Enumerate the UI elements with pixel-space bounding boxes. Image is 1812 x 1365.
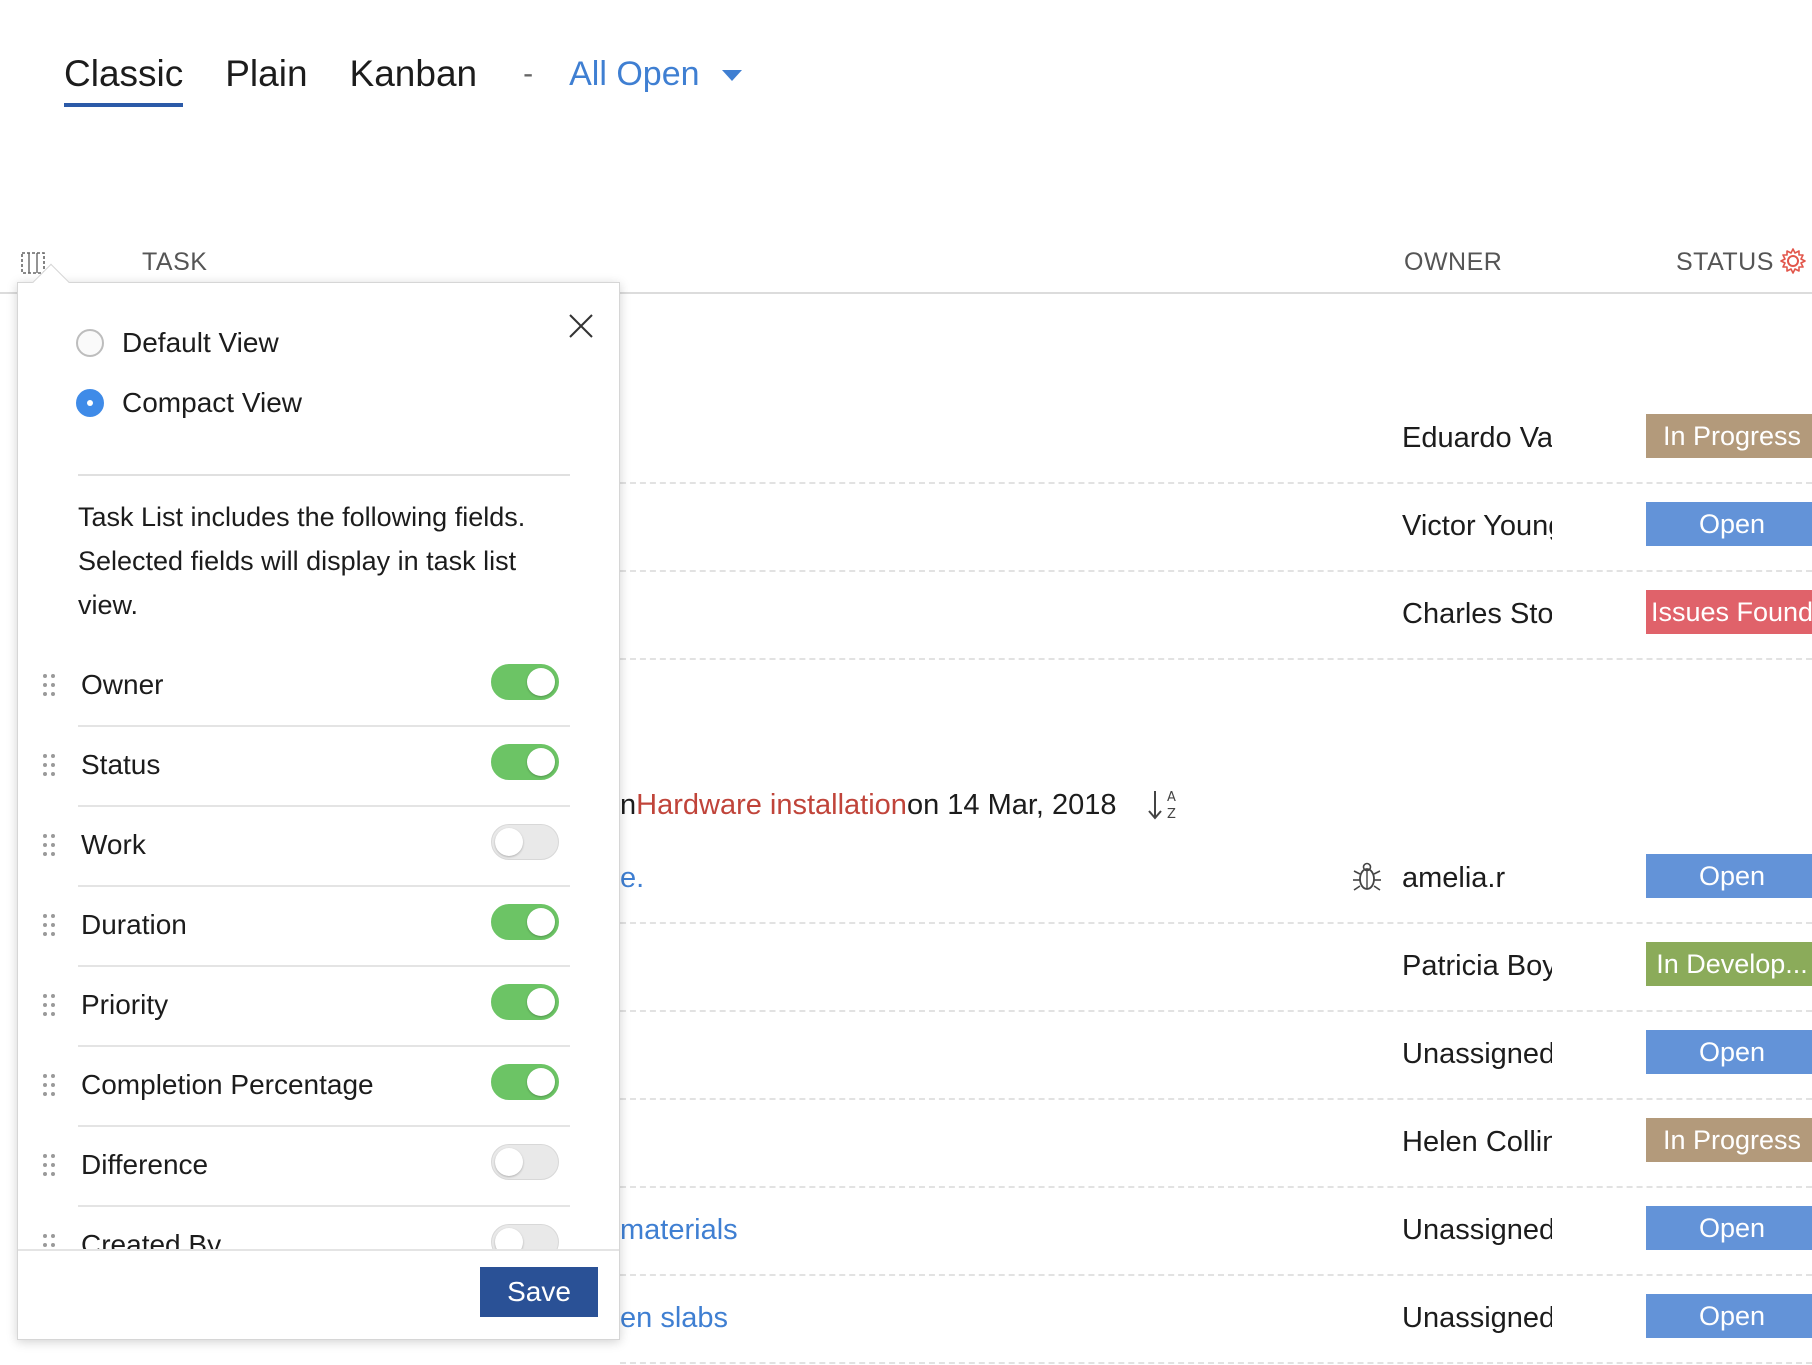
tab-kanban[interactable]: Kanban: [350, 49, 478, 99]
status-badge[interactable]: In Develop...: [1646, 942, 1812, 986]
row-task-link[interactable]: e.: [620, 862, 644, 895]
table-row[interactable]: materials Unassigned Open: [620, 1188, 1812, 1276]
fields-list[interactable]: Owner Status Work Duration Priority Comp…: [18, 647, 621, 1249]
field-item-duration: Duration: [18, 887, 621, 967]
row-owner: amelia.r: [1402, 862, 1506, 894]
caret-down-icon: [721, 69, 742, 81]
table-row[interactable]: Victor Young Open: [620, 484, 1812, 572]
radio-label: Default View: [122, 327, 279, 358]
field-toggle[interactable]: [491, 1064, 559, 1100]
field-name: Priority: [81, 989, 169, 1020]
radio-label: Compact View: [122, 387, 303, 418]
field-toggle[interactable]: [491, 904, 559, 940]
field-name: Duration: [81, 909, 187, 940]
row-task-link[interactable]: materials: [620, 1214, 738, 1247]
field-item-completion-percentage: Completion Percentage: [18, 1047, 621, 1127]
field-item-created-by: Created By: [18, 1207, 621, 1249]
field-toggle[interactable]: [491, 664, 559, 700]
status-badge[interactable]: In Progress: [1646, 414, 1812, 458]
close-icon[interactable]: [564, 309, 598, 343]
field-toggle[interactable]: [491, 1144, 559, 1180]
drag-handle-icon[interactable]: [42, 753, 56, 777]
table-row[interactable]: Unassigned Open: [620, 1012, 1812, 1100]
row-owner: Helen Collin: [1402, 1126, 1552, 1158]
row-owner: Unassigned: [1402, 1038, 1552, 1070]
status-badge[interactable]: In Progress: [1646, 1118, 1812, 1162]
status-badge[interactable]: Issues Found: [1646, 590, 1812, 634]
field-toggle[interactable]: [491, 744, 559, 780]
drag-handle-icon[interactable]: [42, 673, 56, 697]
group-title: n Hardware installation on 14 Mar, 2018 …: [620, 785, 1185, 825]
radio-button[interactable]: [76, 329, 104, 357]
status-badge[interactable]: Open: [1646, 1294, 1812, 1338]
view-settings-popup: Default View Compact View Task List incl…: [17, 263, 621, 1340]
drag-handle-icon[interactable]: [42, 993, 56, 1017]
field-toggle[interactable]: [491, 1224, 559, 1249]
row-task-link[interactable]: en slabs: [620, 1302, 728, 1335]
table-row[interactable]: en slabs Unassigned Open: [620, 1276, 1812, 1364]
field-name: Completion Percentage: [81, 1069, 374, 1100]
radio-default-view[interactable]: Default View: [76, 327, 279, 359]
table-row[interactable]: Eduardo Var In Progress: [620, 396, 1812, 484]
field-name: Work: [81, 829, 146, 860]
fields-description: Task List includes the following fields.…: [78, 502, 526, 620]
bug-icon: [1353, 862, 1381, 891]
tabs-separator: -: [523, 57, 534, 90]
view-tabs: Classic Plain Kanban - All Open: [64, 44, 742, 107]
status-badge[interactable]: Open: [1646, 854, 1812, 898]
row-owner: Unassigned: [1402, 1302, 1552, 1334]
gear-icon[interactable]: [1778, 246, 1808, 276]
row-owner: Eduardo Var: [1402, 422, 1552, 454]
filter-dropdown[interactable]: All Open: [569, 54, 742, 94]
group-suffix: on 14 Mar, 2018: [906, 788, 1117, 821]
field-item-priority: Priority: [18, 967, 621, 1047]
group-prefix: n: [620, 788, 637, 821]
field-toggle[interactable]: [491, 984, 559, 1020]
header-owner[interactable]: OWNER: [1404, 248, 1502, 277]
status-badge[interactable]: Open: [1646, 1206, 1812, 1250]
status-badge[interactable]: Open: [1646, 502, 1812, 546]
table-row[interactable]: e. amelia.r Open: [620, 836, 1812, 924]
table-row[interactable]: Charles Stor Issues Found: [620, 572, 1812, 660]
field-item-work: Work: [18, 807, 621, 887]
row-owner: Patricia Boy: [1402, 950, 1552, 982]
sort-az-icon[interactable]: A Z: [1145, 785, 1185, 825]
tab-plain[interactable]: Plain: [225, 49, 307, 99]
field-toggle[interactable]: [491, 824, 559, 860]
save-button[interactable]: Save: [480, 1267, 598, 1317]
row-owner: Charles Stor: [1402, 598, 1552, 630]
drag-handle-icon[interactable]: [42, 913, 56, 937]
drag-handle-icon[interactable]: [42, 833, 56, 857]
radio-button[interactable]: [76, 389, 104, 417]
drag-handle-icon[interactable]: [42, 1073, 56, 1097]
field-item-owner: Owner: [18, 647, 621, 727]
drag-handle-icon[interactable]: [42, 1233, 56, 1249]
field-name: Difference: [81, 1149, 209, 1180]
status-badge[interactable]: Open: [1646, 1030, 1812, 1074]
row-owner: Victor Young: [1402, 510, 1552, 542]
field-name: Owner: [81, 669, 164, 700]
header-status[interactable]: STATUS: [1676, 248, 1774, 277]
table-row[interactable]: Helen Collin In Progress: [620, 1100, 1812, 1188]
row-owner: Unassigned: [1402, 1214, 1552, 1246]
field-item-difference: Difference: [18, 1127, 621, 1207]
field-name: Created By: [81, 1229, 222, 1249]
svg-text:Z: Z: [1167, 807, 1176, 822]
header-task[interactable]: TASK: [142, 248, 207, 277]
tab-classic[interactable]: Classic: [64, 49, 184, 107]
divider: [78, 474, 570, 476]
filter-label: All Open: [569, 54, 700, 93]
svg-text:A: A: [1167, 790, 1176, 805]
radio-compact-view[interactable]: Compact View: [76, 387, 302, 419]
field-name: Status: [81, 749, 161, 780]
field-item-status: Status: [18, 727, 621, 807]
group-link[interactable]: Hardware installation: [636, 789, 907, 822]
popup-footer: Save: [18, 1249, 619, 1339]
drag-handle-icon[interactable]: [42, 1153, 56, 1177]
table-row[interactable]: Patricia Boy In Develop...: [620, 924, 1812, 1012]
